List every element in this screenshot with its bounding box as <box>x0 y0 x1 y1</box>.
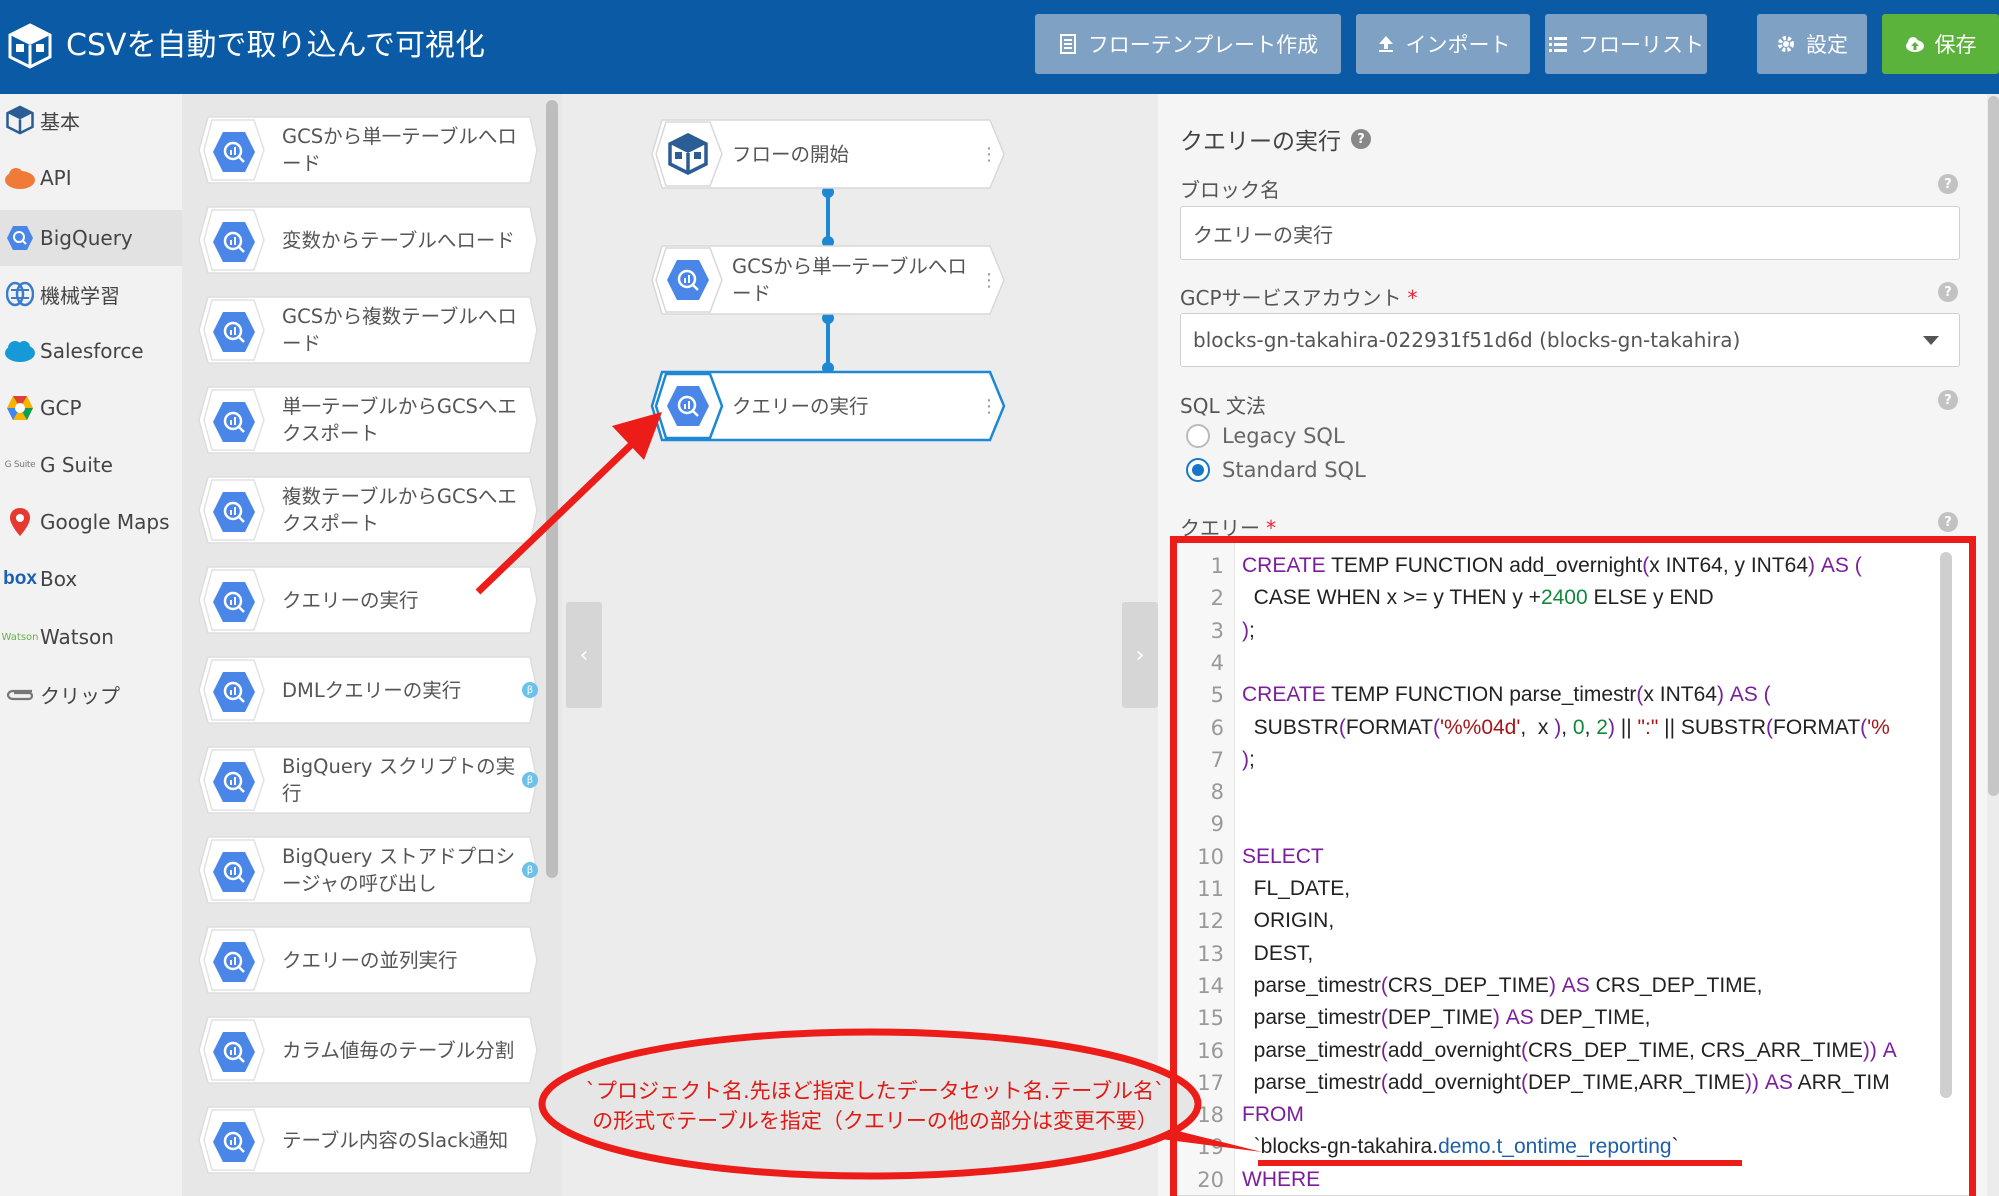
annotation-overlay <box>475 412 1262 1180</box>
callout-text: `プロジェクト名.先ほど指定したデータセット名.テーブル名` の形式でテーブルを… <box>560 1076 1190 1136</box>
annotation-arrow-shaft <box>475 441 635 595</box>
callout-line-2: の形式でテーブルを指定（クエリーの他の部分は変更不要） <box>592 1109 1158 1133</box>
table-name-underline <box>1258 1160 1742 1166</box>
callout-line-1: `プロジェクト名.先ほど指定したデータセット名.テーブル名` <box>585 1079 1165 1103</box>
